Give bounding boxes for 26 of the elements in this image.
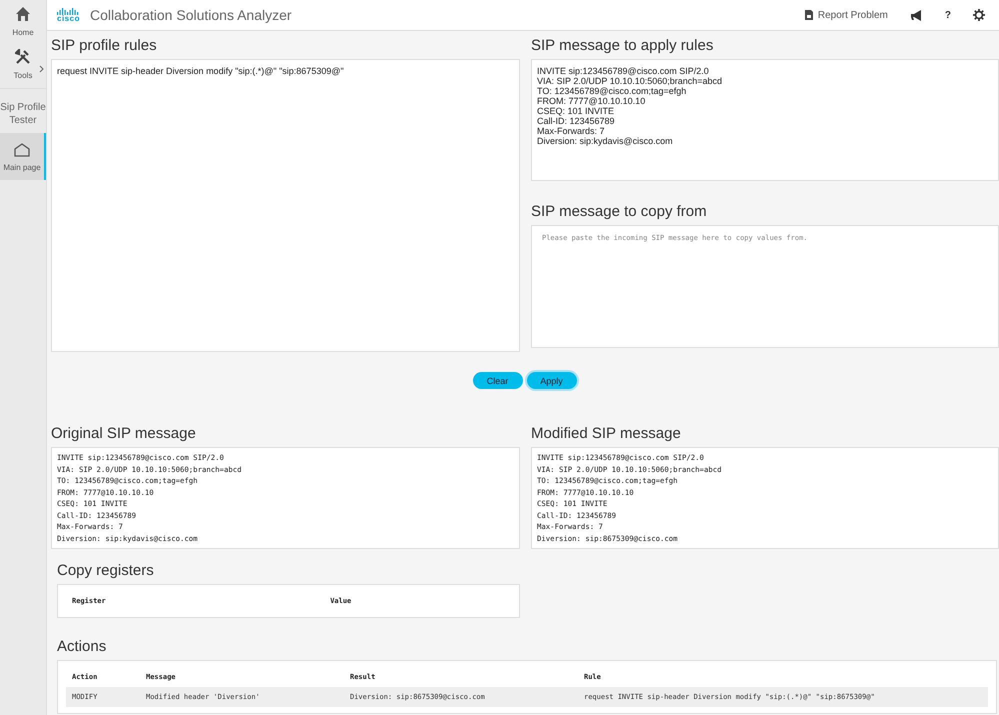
nav-item[interactable]: Main page <box>0 133 46 180</box>
section-title: Copy registers <box>57 562 155 579</box>
nav-item[interactable]: Home <box>0 0 46 43</box>
section-title: SIP message to copy from <box>531 203 708 220</box>
chevron-icon <box>39 65 44 73</box>
home-icon <box>15 6 31 22</box>
app-title: Collaboration Solutions Analyzer <box>90 7 293 23</box>
help-button[interactable]: ? <box>944 10 951 20</box>
report-problem-link[interactable]: Report Problem <box>804 10 888 20</box>
document-icon <box>804 10 813 20</box>
logo-text: cisco <box>57 14 80 22</box>
message-input-field[interactable]: INVITE sip:123456789@cisco.com SIP/2.0 VIA: SIP 2.0/UDP 10.10.10:5060;branch=abcd TO: 123456789@cisco.com;tag=efgh FROM: 7777@10.10.10.10 CSEQ: 101 INVITE Call-ID: 123456789 Max-Forwards: 7 Diversion: sip:kydavis@cisco.com <box>531 59 999 181</box>
megaphone-icon[interactable] <box>910 10 923 20</box>
tools-icon <box>15 49 31 65</box>
section-title: SIP message to apply rules <box>531 37 714 54</box>
section-title: SIP profile rules <box>51 37 158 54</box>
section-title: Actions <box>57 638 108 655</box>
section-title: Original SIP message <box>51 425 197 442</box>
settings-icon[interactable] <box>973 9 985 21</box>
action-button[interactable]: Apply <box>526 372 576 389</box>
action-button[interactable]: Clear <box>472 372 522 389</box>
rules-input-field[interactable]: request INVITE sip-header Diversion modify "sip:(.*)@" "sip:8675309@" <box>51 59 520 352</box>
logo-bars-icon <box>57 8 80 14</box>
section-title: Modified SIP message <box>531 425 682 442</box>
page-icon <box>14 143 30 157</box>
nav-item[interactable]: Tools <box>0 43 46 86</box>
